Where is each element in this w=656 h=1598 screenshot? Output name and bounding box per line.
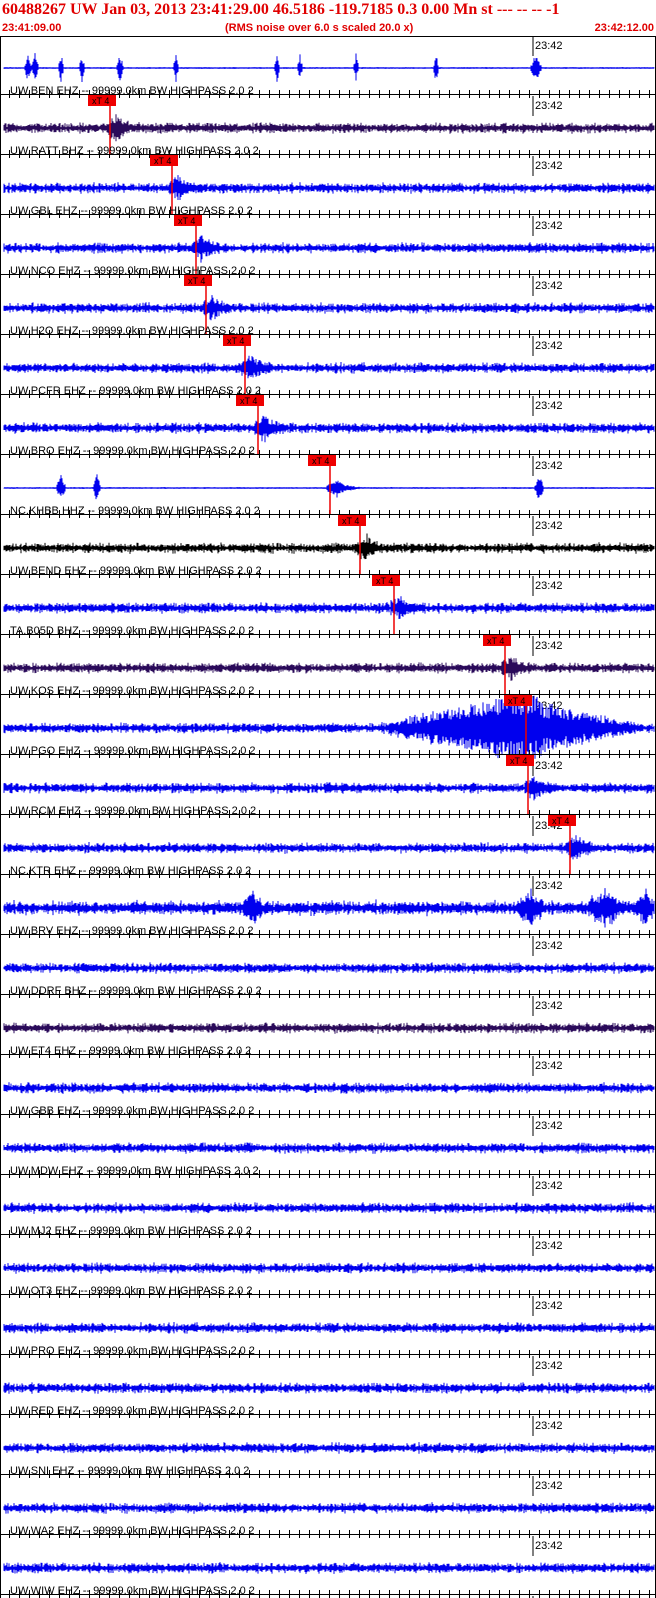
station-label: UW.MDW EHZ -- 99999.0km BW HIGHPASS 2.0 … — [10, 1165, 259, 1177]
station-label: UW.WIW EHZ -- 99999.0km BW HIGHPASS 2.0 … — [10, 1585, 255, 1597]
waveform — [3, 415, 655, 443]
minute-label: 23:42 — [535, 640, 563, 652]
seismogram-plot: 23:4223:42xT 4UW.BEN EHZ -- 99999.0km BW… — [0, 36, 656, 1598]
header: 60488267 UW Jan 03, 2013 23:41:29.00 46.… — [0, 0, 656, 36]
waveform — [3, 776, 655, 801]
station-label: NC.KTR EHZ -- 99999.0km BW HIGHPASS 2.0 … — [10, 865, 251, 877]
pick-label: xT 4 — [376, 576, 393, 586]
waveform — [3, 533, 655, 560]
waveform — [3, 1142, 655, 1154]
minute-label: 23:42 — [535, 1540, 563, 1552]
minute-label: 23:42 — [535, 100, 563, 112]
waveform — [3, 962, 655, 974]
waveform — [3, 1442, 655, 1454]
station-label: UW.NCO EHZ -- 99999.0km BW HIGHPASS 2.0 … — [10, 265, 256, 277]
minute-label: 23:42 — [535, 280, 563, 292]
station-label: UW.GBB EHZ -- 99999.0km BW HIGHPASS 2.0 … — [10, 1105, 254, 1117]
pick-label: xT 4 — [510, 756, 527, 766]
waveform — [3, 1262, 655, 1274]
station-label: UW.ET4 EHZ -- 99999.0km BW HIGHPASS 2.0 … — [10, 1045, 251, 1057]
pick-label: xT 4 — [227, 336, 244, 346]
waveform — [3, 657, 655, 681]
minute-label: 23:42 — [535, 340, 563, 352]
pick-label: xT 4 — [154, 156, 171, 166]
waveform — [3, 1562, 655, 1574]
station-label: UW.BEN EHZ -- 99999.0km BW HIGHPASS 2.0 … — [10, 85, 254, 97]
station-label: UW.PRO EHZ -- 99999.0km BW HIGHPASS 2.0 … — [10, 1345, 255, 1357]
end-time-label: 23:42:12.00 — [594, 22, 654, 34]
rms-noise-note: (RMS noise over 6.0 s scaled 20.0 x) — [225, 22, 414, 34]
station-label: UW.PCFR EHZ -- 99999.0km BW HIGHPASS 2.0… — [10, 385, 261, 397]
minute-label: 23:42 — [535, 580, 563, 592]
minute-label: 23:42 — [535, 1240, 563, 1252]
station-label: UW.H2O EHZ -- 99999.0km BW HIGHPASS 2.0 … — [10, 325, 254, 337]
minute-label: 23:42 — [535, 1360, 563, 1372]
pick-label: xT 4 — [487, 636, 504, 646]
minute-label: 23:42 — [535, 940, 563, 952]
minute-label: 23:42 — [535, 460, 563, 472]
waveform — [3, 235, 655, 263]
waveform — [3, 114, 655, 142]
station-label: UW.RATT BHZ -- 99999.0km BW HIGHPASS 2.0… — [10, 145, 259, 157]
minute-label: 23:42 — [535, 1000, 563, 1012]
pick-label: xT 4 — [240, 396, 257, 406]
station-label: UW.RCM EHZ -- 99999.0km BW HIGHPASS 2.0 … — [10, 805, 256, 817]
pick-label: xT 4 — [92, 96, 109, 106]
trace-row: 23:42UW.WIW EHZ -- 99999.0km BW HIGHPASS… — [10, 1585, 534, 1598]
pick-label: xT 4 — [508, 696, 525, 706]
station-label: UW.SNI EHZ -- 99999.0km BW HIGHPASS 2.0 … — [10, 1465, 249, 1477]
station-label: UW.RED EHZ -- 99999.0km BW HIGHPASS 2.0 … — [10, 1405, 254, 1417]
waveform — [3, 835, 655, 860]
start-time-label: 23:41:09.00 — [2, 22, 62, 34]
minute-label: 23:42 — [535, 1180, 563, 1192]
waveform — [3, 596, 655, 619]
waveform — [3, 888, 655, 928]
station-label: UW.KOS EHZ -- 99999.0km BW HIGHPASS 2.0 … — [10, 685, 254, 697]
pick-label: xT 4 — [188, 276, 205, 286]
waveform — [3, 1202, 655, 1214]
pick-label: xT 4 — [178, 216, 195, 226]
station-label: UW.MJ2 EHZ -- 99999.0km BW HIGHPASS 2.0 … — [10, 1225, 252, 1237]
station-label: UW.PGO EHZ -- 99999.0km BW HIGHPASS 2.0 … — [10, 745, 256, 757]
waveform — [3, 1022, 655, 1034]
station-label: UW.WA2 EHZ -- 99999.0km BW HIGHPASS 2.0 … — [10, 1525, 255, 1537]
station-label: TA.B05D BHZ -- 99999.0km BW HIGHPASS 2.0… — [10, 625, 254, 637]
station-label: UW.BRV EHZ -- 99999.0km BW HIGHPASS 2.0 … — [10, 925, 254, 937]
station-label: UW.GBL EHZ -- 99999.0km BW HIGHPASS 2.0 … — [10, 205, 253, 217]
minute-label: 23:42 — [535, 1480, 563, 1492]
minute-label: 23:42 — [535, 400, 563, 412]
minute-label: 23:42 — [535, 760, 563, 772]
pick-label: xT 4 — [312, 456, 329, 466]
minute-label: 23:42 — [535, 1420, 563, 1432]
waveform — [3, 355, 655, 379]
station-label: UW.BEND EHZ -- 99999.0km BW HIGHPASS 2.0… — [10, 565, 262, 577]
event-title: 60488267 UW Jan 03, 2013 23:41:29.00 46.… — [2, 1, 560, 18]
minute-label: 23:42 — [535, 880, 563, 892]
station-label: NC.KHBB HHZ -- 99999.0km BW HIGHPASS 2.0… — [10, 505, 260, 517]
minute-label: 23:42 — [535, 160, 563, 172]
waveform — [3, 295, 655, 321]
minute-label: 23:42 — [535, 220, 563, 232]
waveform — [3, 1322, 655, 1334]
waveform — [3, 175, 655, 200]
waveform — [3, 1382, 655, 1394]
station-label: UW.BRO EHZ -- 99999.0km BW HIGHPASS 2.0 … — [10, 445, 255, 457]
waveform — [3, 1082, 655, 1094]
minute-label: 23:42 — [535, 1300, 563, 1312]
minute-label: 23:42 — [535, 1060, 563, 1072]
station-label: UW.OT3 EHZ -- 99999.0km BW HIGHPASS 2.0 … — [10, 1285, 252, 1297]
waveform — [3, 474, 655, 500]
station-label: UW.DDRF BHZ -- 99999.0km BW HIGHPASS 2.0… — [10, 985, 262, 997]
pick-label: xT 4 — [552, 816, 569, 826]
minute-label: 23:42 — [535, 40, 563, 52]
pick-label: xT 4 — [342, 516, 359, 526]
minute-label: 23:42 — [535, 520, 563, 532]
waveform — [3, 1502, 655, 1514]
minute-label: 23:42 — [535, 1120, 563, 1132]
